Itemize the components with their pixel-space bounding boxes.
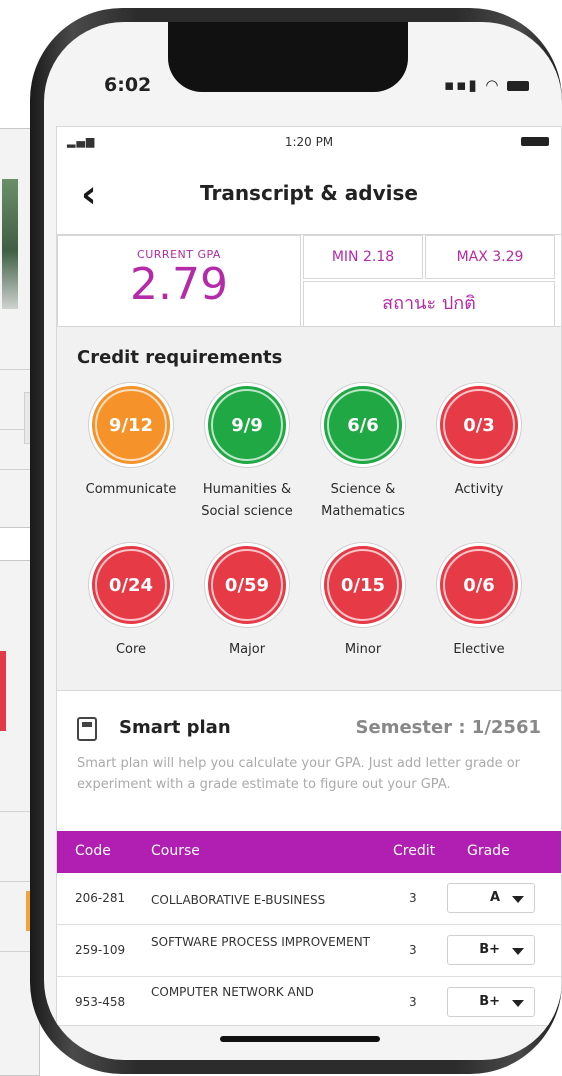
current-gpa-box: CURRENT GPA 2.79	[57, 235, 301, 327]
grade-value: B+	[479, 942, 500, 957]
phone-screen: 6:02 ▪▪▮ ◠ ▂▄▆ 1:20 PM ‹ Transcript & ad…	[44, 22, 562, 1060]
course-credit: 3	[409, 891, 417, 905]
credit-requirements: Credit requirements 9/12 9/9 6/6 0/3 Com…	[57, 327, 561, 691]
credit-label-major: Major	[187, 639, 307, 661]
home-indicator	[220, 1036, 380, 1042]
max-gpa: MAX 3.29	[425, 235, 555, 279]
credit-label: Activity	[454, 482, 504, 497]
app-status-bar: ▂▄▆ 1:20 PM	[57, 127, 561, 157]
grade-dropdown[interactable]: A	[447, 883, 535, 913]
credit-label: Core	[115, 642, 147, 657]
page-title: Transcript & advise	[200, 181, 418, 205]
credit-value: 0/59	[224, 574, 270, 596]
credit-label: Major	[228, 642, 266, 657]
table-row: 259-109 SOFTWARE PROCESS IMPROVEMENT 3 B…	[57, 925, 561, 977]
caret-down-icon	[512, 1000, 524, 1007]
credit-circle-communicate[interactable]: 9/12	[89, 383, 173, 467]
signal-icon: ▪▪▮	[444, 76, 479, 94]
credit-label-humanities: Humanities & Social science	[187, 479, 307, 523]
phone-notch	[168, 22, 408, 92]
credit-requirements-title: Credit requirements	[77, 347, 283, 368]
credit-label: Minor	[344, 642, 382, 657]
app-screen: ▂▄▆ 1:20 PM ‹ Transcript & advise CURREN…	[56, 126, 562, 1026]
credit-value: 0/3	[463, 414, 495, 436]
grade-value: A	[489, 890, 500, 905]
table-row: 953-458 COMPUTER NETWORK AND 3 B+	[57, 977, 561, 1025]
semester-selector[interactable]: Semester : 1/2561	[356, 717, 541, 738]
course-credit: 3	[409, 943, 417, 957]
smart-plan-description: Smart plan will help you calculate your …	[77, 756, 521, 792]
min-gpa: MIN 2.18	[303, 235, 423, 279]
background-photo	[2, 179, 18, 309]
caret-down-icon	[512, 896, 524, 903]
credit-label: Social science	[201, 504, 293, 519]
credit-label: Elective	[453, 642, 505, 657]
column-header-grade: Grade	[467, 843, 510, 859]
credit-value: 9/9	[231, 414, 263, 436]
credit-value: 0/15	[340, 574, 386, 596]
header: ‹ Transcript & advise	[57, 157, 561, 235]
credit-circle-elective[interactable]: 0/6	[437, 543, 521, 627]
credit-label-core: Core	[71, 639, 191, 661]
caret-down-icon	[512, 948, 524, 955]
grade-value: B+	[479, 994, 500, 1009]
credit-circle-humanities[interactable]: 9/9	[205, 383, 289, 467]
smart-plan-title: Smart plan	[119, 717, 231, 738]
credit-circle-core[interactable]: 0/24	[89, 543, 173, 627]
course-name: COLLABORATIVE E-BUSINESS	[151, 893, 326, 907]
course-name: SOFTWARE PROCESS IMPROVEMENT	[151, 935, 370, 949]
credit-label: Humanities &	[202, 482, 292, 497]
credit-circle-major[interactable]: 0/59	[205, 543, 289, 627]
grade-dropdown[interactable]: B+	[447, 935, 535, 965]
smart-plan-header: Smart plan Semester : 1/2561	[77, 715, 541, 745]
credit-label-minor: Minor	[303, 639, 423, 661]
device-clock: 6:02	[104, 74, 152, 96]
credit-label-elective: Elective	[419, 639, 539, 661]
table-row: 206-281 COLLABORATIVE E-BUSINESS 3 A	[57, 873, 561, 925]
grade-dropdown[interactable]: B+	[447, 987, 535, 1017]
course-code: 206-281	[75, 891, 126, 905]
credit-value: 6/6	[347, 414, 379, 436]
course-code: 259-109	[75, 943, 126, 957]
credit-value: 0/24	[108, 574, 154, 596]
credit-value: 9/12	[108, 414, 154, 436]
column-header-credit: Credit	[393, 843, 436, 859]
app-status-time: 1:20 PM	[284, 135, 334, 149]
gpa-panel: CURRENT GPA 2.79 MIN 2.18 MAX 3.29 สถานะ…	[57, 235, 561, 327]
credit-label-science: Science & Mathematics	[303, 479, 423, 523]
course-credit: 3	[409, 995, 417, 1009]
credit-label: Communicate	[85, 482, 177, 497]
course-code: 953-458	[75, 995, 126, 1009]
course-name: COMPUTER NETWORK AND	[151, 985, 314, 999]
calculator-icon	[77, 717, 97, 741]
wifi-icon: ◠	[485, 76, 501, 94]
credit-circle-activity[interactable]: 0/3	[437, 383, 521, 467]
credit-circle-science[interactable]: 6/6	[321, 383, 405, 467]
credit-label-communicate: Communicate	[71, 479, 191, 501]
battery-icon	[521, 137, 549, 146]
column-header-code: Code	[75, 843, 111, 859]
credit-value: 0/6	[463, 574, 495, 596]
credit-label: Mathematics	[321, 504, 405, 519]
phone-frame: 6:02 ▪▪▮ ◠ ▂▄▆ 1:20 PM ‹ Transcript & ad…	[30, 8, 562, 1074]
column-header-course: Course	[151, 843, 200, 859]
current-gpa-value: 2.79	[130, 259, 228, 310]
device-status-icons: ▪▪▮ ◠	[444, 76, 530, 94]
academic-status: สถานะ ปกติ	[303, 281, 555, 327]
credit-label: Science &	[330, 482, 396, 497]
credit-circle-minor[interactable]: 0/15	[321, 543, 405, 627]
background-red-bar	[0, 651, 6, 731]
battery-icon	[507, 80, 530, 91]
table-header: Code Course Credit Grade	[57, 831, 561, 873]
credit-label-activity: Activity	[419, 479, 539, 501]
